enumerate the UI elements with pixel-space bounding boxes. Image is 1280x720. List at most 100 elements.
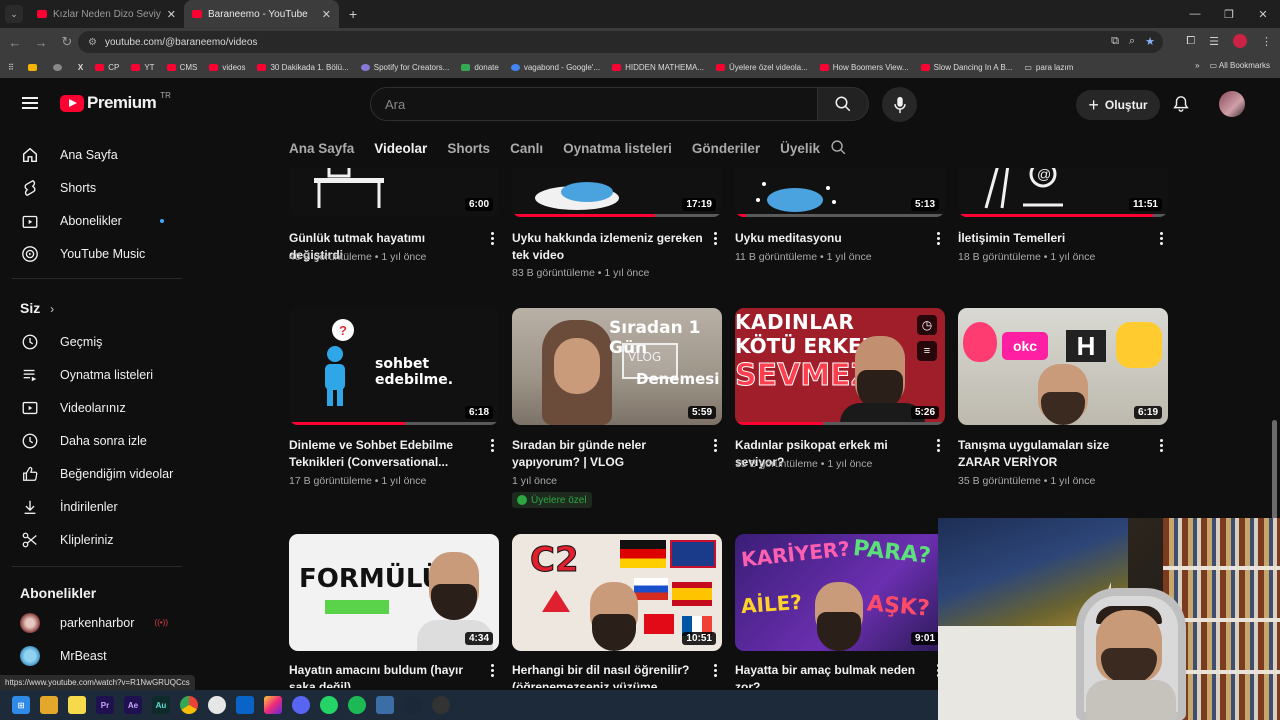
video-thumbnail[interactable]: FORMÜLÜ 4:34 [289,534,499,651]
video-title[interactable]: Herhangi bir dil nasıl öğrenilir? (öğren… [512,662,704,688]
video-title[interactable]: Sıradan bir günde neler yapıyorum? | VLO… [512,437,704,471]
more-options-icon[interactable] [714,439,718,454]
bookmark-folder[interactable]: ▭ para lazım [1024,63,1073,72]
reload-icon[interactable]: ↻ [56,34,78,50]
restore-icon[interactable]: ❐ [1212,0,1246,28]
after-effects-icon[interactable]: Ae [124,696,142,714]
file-explorer-icon[interactable] [40,696,58,714]
close-tab-icon[interactable]: ✕ [167,8,176,21]
address-bar[interactable]: ⚙ youtube.com/@baraneemo/videos ⧉ ⌕ ★ [78,31,1163,53]
x-icon[interactable]: X [78,63,83,72]
video-title[interactable]: Hayatta bir amaç bulmak neden zor? [735,662,927,688]
more-options-icon[interactable] [937,439,941,454]
tab-posts[interactable]: Gönderiler [692,141,760,156]
close-tab-icon[interactable]: ✕ [322,8,331,21]
tab-membership[interactable]: Üyelik [780,141,820,156]
create-button[interactable]: + Oluştur [1076,90,1160,120]
video-thumbnail[interactable]: ? sohbet edebilme. 6:18 [289,308,499,425]
tab-home[interactable]: Ana Sayfa [289,141,354,156]
video-thumbnail[interactable]: 6:00 [289,168,499,217]
install-icon[interactable]: ⧉ [1111,35,1119,48]
more-options-icon[interactable] [1160,232,1164,247]
tab-videos[interactable]: Videolar [374,141,427,156]
video-thumbnail[interactable]: 17:19 [512,168,722,217]
close-window-icon[interactable]: ✕ [1246,0,1280,28]
premiere-icon[interactable]: Pr [96,696,114,714]
steam-icon[interactable] [404,696,422,714]
sticky-notes-icon[interactable] [68,696,86,714]
video-title[interactable]: Tanışma uygulamaları size ZARAR VERİYOR [958,437,1150,471]
bookmark-item[interactable]: Üyelere özel videola... [716,63,808,72]
video-thumbnail[interactable]: KARİYER? PARA? AİLE? AŞK? 9:01 [735,534,945,651]
all-bookmarks[interactable]: ▭ All Bookmarks [1210,61,1270,70]
sidebar-item-home[interactable]: Ana Sayfa [12,138,184,171]
search-button[interactable] [817,87,869,121]
back-icon[interactable]: ← [4,35,26,50]
site-info-icon[interactable]: ⚙ [88,37,97,48]
video-thumbnail[interactable]: @ 11:51 [958,168,1168,217]
bookmark-vagabond[interactable]: vagabond - Google'... [510,63,600,72]
profile-icon[interactable] [1233,34,1247,48]
video-thumbnail[interactable]: 5:13 [735,168,945,217]
video-title[interactable]: Uyku hakkında izlemeniz gereken tek vide… [512,230,704,264]
channel-search-button[interactable] [830,139,847,161]
bookmark-item[interactable]: How Boomers View... [819,63,909,72]
account-avatar[interactable] [1219,91,1245,117]
bookmark-icon-2[interactable] [52,63,66,71]
extensions-icon[interactable]: ⧠ [1186,35,1195,48]
apps-icon[interactable]: ⠿ [8,63,14,72]
obs-icon[interactable] [432,696,450,714]
video-title[interactable]: İletişimin Temelleri [958,230,1150,247]
browser-tab[interactable]: Kızlar Neden Dizo Seviyor? - Yo ✕ [29,0,184,28]
more-options-icon[interactable] [491,664,495,679]
audition-icon[interactable]: Au [152,696,170,714]
browser-tab-active[interactable]: Baraneemo - YouTube ✕ [184,0,339,28]
bookmark-item[interactable]: Slow Dancing In A B... [920,63,1012,72]
tab-shorts[interactable]: Shorts [447,141,490,156]
video-title[interactable]: Dinleme ve Sohbet Edebilme Teknikleri (C… [289,437,481,471]
windows-icon[interactable]: ⊞ [12,696,30,714]
video-thumbnail[interactable]: C2 10:51 [512,534,722,651]
more-options-icon[interactable] [714,664,718,679]
more-options-icon[interactable] [714,232,718,247]
notifications-button[interactable] [1172,95,1190,118]
bookmark-spotify[interactable]: Spotify for Creators... [360,63,449,72]
whatsapp-icon[interactable] [320,696,338,714]
app2-icon[interactable] [376,696,394,714]
minimize-icon[interactable]: — [1178,0,1212,28]
more-options-icon[interactable] [1160,439,1164,454]
forward-icon[interactable]: → [30,35,52,50]
bookmark-star-icon[interactable]: ★ [1145,35,1155,48]
bookmark-cms[interactable]: CMS [166,63,197,72]
bookmark-item[interactable]: HIDDEN MATHEMA... [612,63,704,72]
media-icon[interactable]: ☰ [1209,35,1219,48]
outlook-icon[interactable] [236,696,254,714]
video-thumbnail[interactable]: Sıradan 1 Gün VLOG Denemesi 5:59 [512,308,722,425]
menu-icon[interactable] [22,97,38,109]
video-title[interactable]: Hayatın amacını buldum (hayır şaka değil… [289,662,481,688]
new-tab-icon[interactable]: + [349,6,357,22]
tab-playlists[interactable]: Oynatma listeleri [563,141,672,156]
chrome-icon[interactable] [180,696,198,714]
tab-live[interactable]: Canlı [510,141,543,156]
more-options-icon[interactable] [937,232,941,247]
search-input[interactable]: Ara [370,87,818,121]
discord-icon[interactable] [292,696,310,714]
video-thumbnail[interactable]: okc H 6:19 [958,308,1168,425]
video-thumbnail[interactable]: KADINLAR KÖTÜ ERKEK SEVMEZ ◷ ≡ 5:26 [735,308,945,425]
spotify-icon[interactable] [348,696,366,714]
add-to-queue-icon[interactable]: ≡ [917,341,937,361]
zoom-icon[interactable]: ⌕ [1129,35,1135,48]
app-icon[interactable] [208,696,226,714]
instagram-icon[interactable] [264,696,282,714]
bookmark-item[interactable]: 30 Dakikada 1. Bölü... [257,63,349,72]
page-scrollbar[interactable] [1272,420,1277,520]
voice-search-button[interactable] [882,87,917,122]
menu-icon[interactable]: ⋮ [1261,35,1272,48]
bookmark-donate[interactable]: donate [461,63,499,72]
bookmark-videos[interactable]: videos [209,63,245,72]
youtube-logo[interactable]: Premium TR [60,91,171,113]
more-options-icon[interactable] [491,232,495,247]
watch-later-icon[interactable]: ◷ [917,315,937,335]
bookmark-cp[interactable]: CP [95,63,119,72]
